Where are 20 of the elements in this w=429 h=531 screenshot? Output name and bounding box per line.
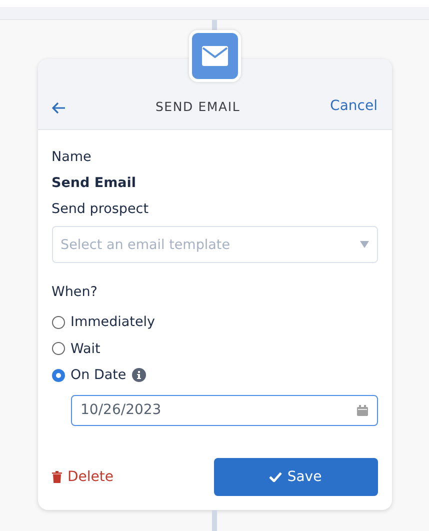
template-label: Send prospect — [52, 200, 150, 219]
name-value: Send Email — [52, 174, 138, 193]
caret-icon — [360, 241, 368, 248]
cancel-link[interactable]: Cancel — [330, 98, 378, 114]
check-icon — [269, 472, 282, 482]
date-field[interactable]: 10/26/2023 — [70, 394, 378, 426]
back-arrow-icon[interactable] — [52, 102, 66, 114]
save-button[interactable]: Save — [214, 458, 378, 496]
radio-label: Immediately — [70, 313, 156, 332]
radio-label: Wait — [70, 340, 100, 359]
name-label: Name — [52, 148, 92, 167]
when-label: When? — [52, 283, 98, 302]
radio-button[interactable] — [52, 368, 64, 382]
panel-title: SEND EMAIL — [155, 99, 240, 114]
calendar-icon[interactable] — [356, 404, 368, 416]
radio-button[interactable] — [52, 342, 64, 356]
radio-button[interactable] — [52, 316, 64, 329]
trash-icon — [52, 471, 62, 483]
radio-label: On Date — [70, 366, 126, 386]
delete-button[interactable]: Delete — [52, 469, 114, 485]
